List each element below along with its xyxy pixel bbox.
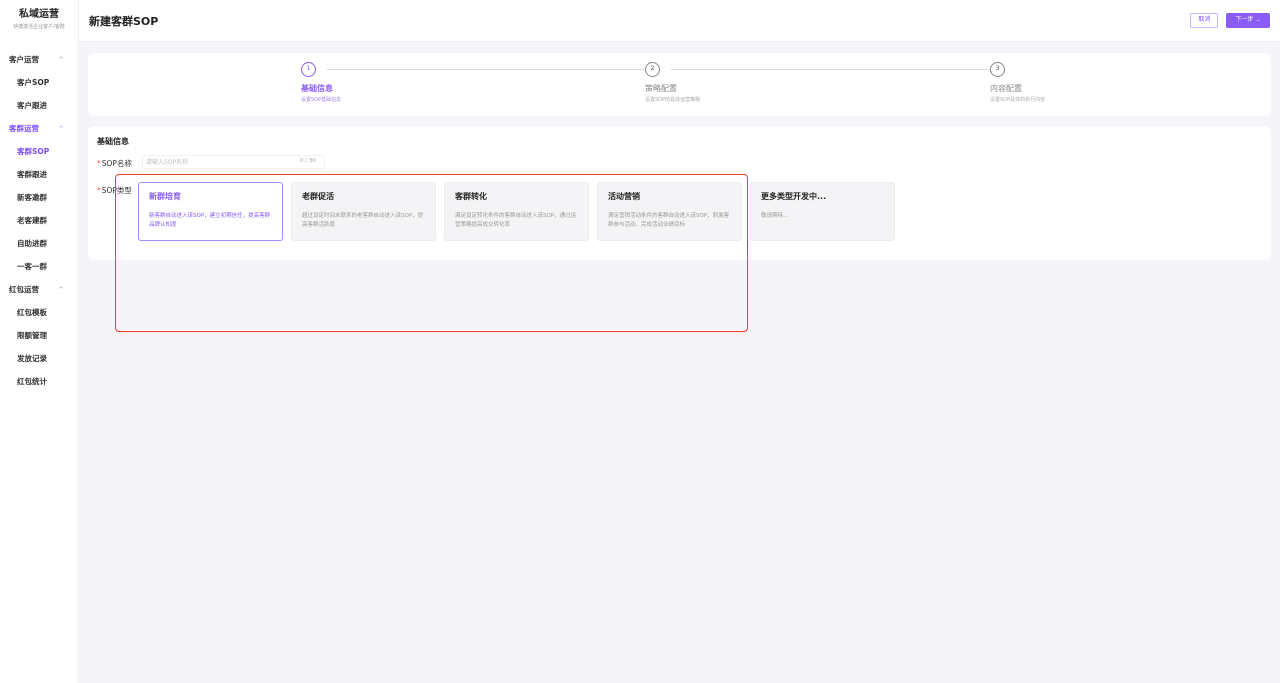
sidebar-item-customer-sop[interactable]: 客户SOP: [0, 71, 78, 94]
sidebar-item-create-group[interactable]: 老客建群: [0, 209, 78, 232]
step-title: 基础信息: [301, 84, 333, 93]
sop-type-new-group[interactable]: 新群培育 新客群自动进入该SOP，建立初期信任，提高客群品牌认知度: [138, 182, 283, 241]
steps-card: 1 基础信息 设置SOP基础信息 2 策略配置 设置SOP的具体运营策略 3 内…: [88, 53, 1271, 116]
step-number: 2: [645, 62, 660, 77]
cancel-button[interactable]: 取消: [1190, 13, 1219, 28]
sop-type-marketing[interactable]: 活动营销 满足营销活动条件的客群自动进入该SOP，刺激客群参与活动，完成活动业绩…: [597, 182, 742, 241]
sidebar: 私域运营 快捷激活企业客户/客群 客户运营 ^ 客户SOP 客户跟进 客群运营 …: [0, 0, 79, 683]
nav-group-label: 客户运营: [9, 55, 39, 64]
brand-title: 私域运营: [19, 9, 59, 20]
sop-name-label: *SOP名称: [97, 158, 132, 169]
sop-type-conversion[interactable]: 客群转化 满足设定转化条件的客群自动进入该SOP，通过运营策略提高成交转化率: [444, 182, 589, 241]
sidebar-item-customer-follow[interactable]: 客户跟进: [0, 94, 78, 117]
step-title: 内容配置: [990, 84, 1022, 93]
nav-group-label: 客群运营: [9, 124, 39, 133]
sidebar-item-records[interactable]: 发放记录: [0, 347, 78, 370]
sidebar-item-invite-group[interactable]: 新客邀群: [0, 186, 78, 209]
sidebar-item-group-follow[interactable]: 客群跟进: [0, 163, 78, 186]
step-3[interactable]: 3 内容配置 设置SOP具体的执行内容: [990, 62, 1045, 103]
page-title: 新建客群SOP: [89, 14, 159, 28]
nav-group-customer[interactable]: 客户运营 ^: [0, 48, 78, 71]
step-2[interactable]: 2 策略配置 设置SOP的具体运营策略: [645, 62, 700, 103]
type-desc: 超过设定时间未联系的老客群自动进入该SOP，提高客群活跃度: [302, 213, 424, 228]
step-number: 3: [990, 62, 1005, 77]
sop-name-label-text: SOP名称: [101, 159, 132, 168]
type-desc: 满足设定转化条件的客群自动进入该SOP，通过运营策略提高成交转化率: [455, 213, 577, 228]
step-desc: 设置SOP具体的执行内容: [990, 97, 1046, 103]
chevron-up-icon: ^: [58, 55, 64, 64]
nav-group-group[interactable]: 客群运营 ^: [0, 117, 78, 140]
header-actions: 取消 下一步 →: [1190, 13, 1270, 28]
step-title: 策略配置: [645, 84, 677, 93]
nav-group-redpacket[interactable]: 红包运营 ^: [0, 278, 78, 301]
type-title: 新群培育: [149, 192, 181, 201]
type-desc: 新客群自动进入该SOP，建立初期信任，提高客群品牌认知度: [149, 213, 271, 228]
sidebar-item-stats[interactable]: 红包统计: [0, 370, 78, 393]
brand: 私域运营 快捷激活企业客户/客群: [0, 0, 78, 44]
step-connector: [671, 69, 989, 70]
sidebar-item-group-sop[interactable]: 客群SOP: [0, 140, 78, 163]
step-connector: [327, 69, 644, 70]
sop-type-more: 更多类型开发中... 敬请期待...: [750, 182, 895, 241]
type-desc: 满足营销活动条件的客群自动进入该SOP，刺激客群参与活动，完成活动业绩目标: [608, 213, 730, 228]
sidebar-item-redpacket-template[interactable]: 红包模板: [0, 301, 78, 324]
brand-subtitle: 快捷激活企业客户/客群: [13, 24, 65, 30]
required-mark: *: [97, 159, 101, 168]
step-number: 1: [301, 62, 316, 77]
sidebar-item-self-join[interactable]: 自助进群: [0, 232, 78, 255]
basic-info-card: 基础信息 *SOP名称 0 / 30 *SOP类型 新群培育 新客群自动进入该S…: [88, 126, 1271, 260]
type-desc: 敬请期待...: [761, 213, 789, 219]
sop-type-reactivate[interactable]: 老群促活 超过设定时间未联系的老客群自动进入该SOP，提高客群活跃度: [291, 182, 436, 241]
type-title: 活动营销: [608, 192, 640, 201]
sidebar-item-one-group[interactable]: 一客一群: [0, 255, 78, 278]
step-1[interactable]: 1 基础信息 设置SOP基础信息: [301, 62, 341, 103]
chevron-up-icon: ^: [58, 285, 64, 294]
step-desc: 设置SOP的具体运营策略: [645, 97, 701, 103]
type-title: 老群促活: [302, 192, 334, 201]
sop-type-label-text: SOP类型: [101, 186, 132, 195]
main-content: 新建客群SOP 取消 下一步 → 1 基础信息 设置SOP基础信息 2 策略配置…: [79, 0, 1280, 683]
sop-name-input[interactable]: [142, 155, 325, 169]
topbar: 新建客群SOP 取消 下一步 →: [79, 0, 1280, 42]
sidebar-item-quota[interactable]: 限额管理: [0, 324, 78, 347]
nav-group-label: 红包运营: [9, 285, 39, 294]
type-title: 客群转化: [455, 192, 487, 201]
next-button[interactable]: 下一步 →: [1226, 13, 1270, 28]
section-title: 基础信息: [97, 137, 129, 146]
sidebar-nav: 客户运营 ^ 客户SOP 客户跟进 客群运营 ^ 客群SOP 客群跟进 新客邀群…: [0, 44, 78, 393]
chevron-up-icon: ^: [58, 124, 64, 133]
type-title: 更多类型开发中...: [761, 192, 827, 201]
char-counter: 0 / 30: [300, 158, 316, 164]
sop-type-label: *SOP类型: [97, 185, 132, 196]
step-desc: 设置SOP基础信息: [301, 97, 342, 103]
required-mark: *: [97, 186, 101, 195]
